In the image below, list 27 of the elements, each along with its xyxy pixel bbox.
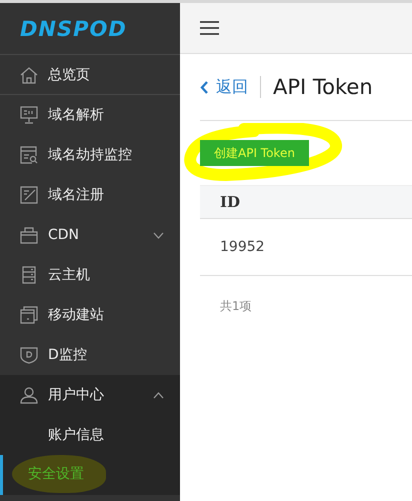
chevron-icon [200, 80, 208, 94]
nav-item[interactable]: 移动建站 [0, 295, 180, 335]
shield-icon [20, 346, 38, 364]
table-cell: 19952 [220, 239, 265, 255]
menu-icon[interactable] [200, 21, 219, 35]
nav-subitem[interactable]: 账户信息 [0, 415, 180, 455]
edit-icon [20, 186, 38, 204]
page-title: API Token [273, 75, 373, 99]
nav-item[interactable]: 域名注册 [0, 175, 180, 215]
nav-item[interactable]: 域名解析 [0, 95, 180, 135]
window-icon [20, 306, 38, 324]
nav-item[interactable]: 域名劫持监控 [0, 135, 180, 175]
total-count: 共1项 [219, 298, 253, 315]
column-header: ID [220, 193, 240, 211]
home-icon [20, 66, 38, 84]
server-icon [20, 266, 38, 284]
monitor-icon [20, 106, 38, 124]
logo-text: DNSPOD [20, 16, 127, 40]
document-search-icon [20, 146, 38, 164]
user-icon [20, 386, 38, 404]
nav-subitem[interactable]: 安全设置 [0, 455, 180, 495]
nav-item[interactable]: 用户中心 [0, 375, 180, 415]
nav-item[interactable]: 云主机 [0, 255, 180, 295]
nav-item[interactable]: CDN [0, 215, 180, 255]
case-icon [20, 226, 38, 244]
back-link[interactable]: 返回 [200, 76, 248, 98]
nav-item[interactable]: D监控 [0, 335, 180, 375]
